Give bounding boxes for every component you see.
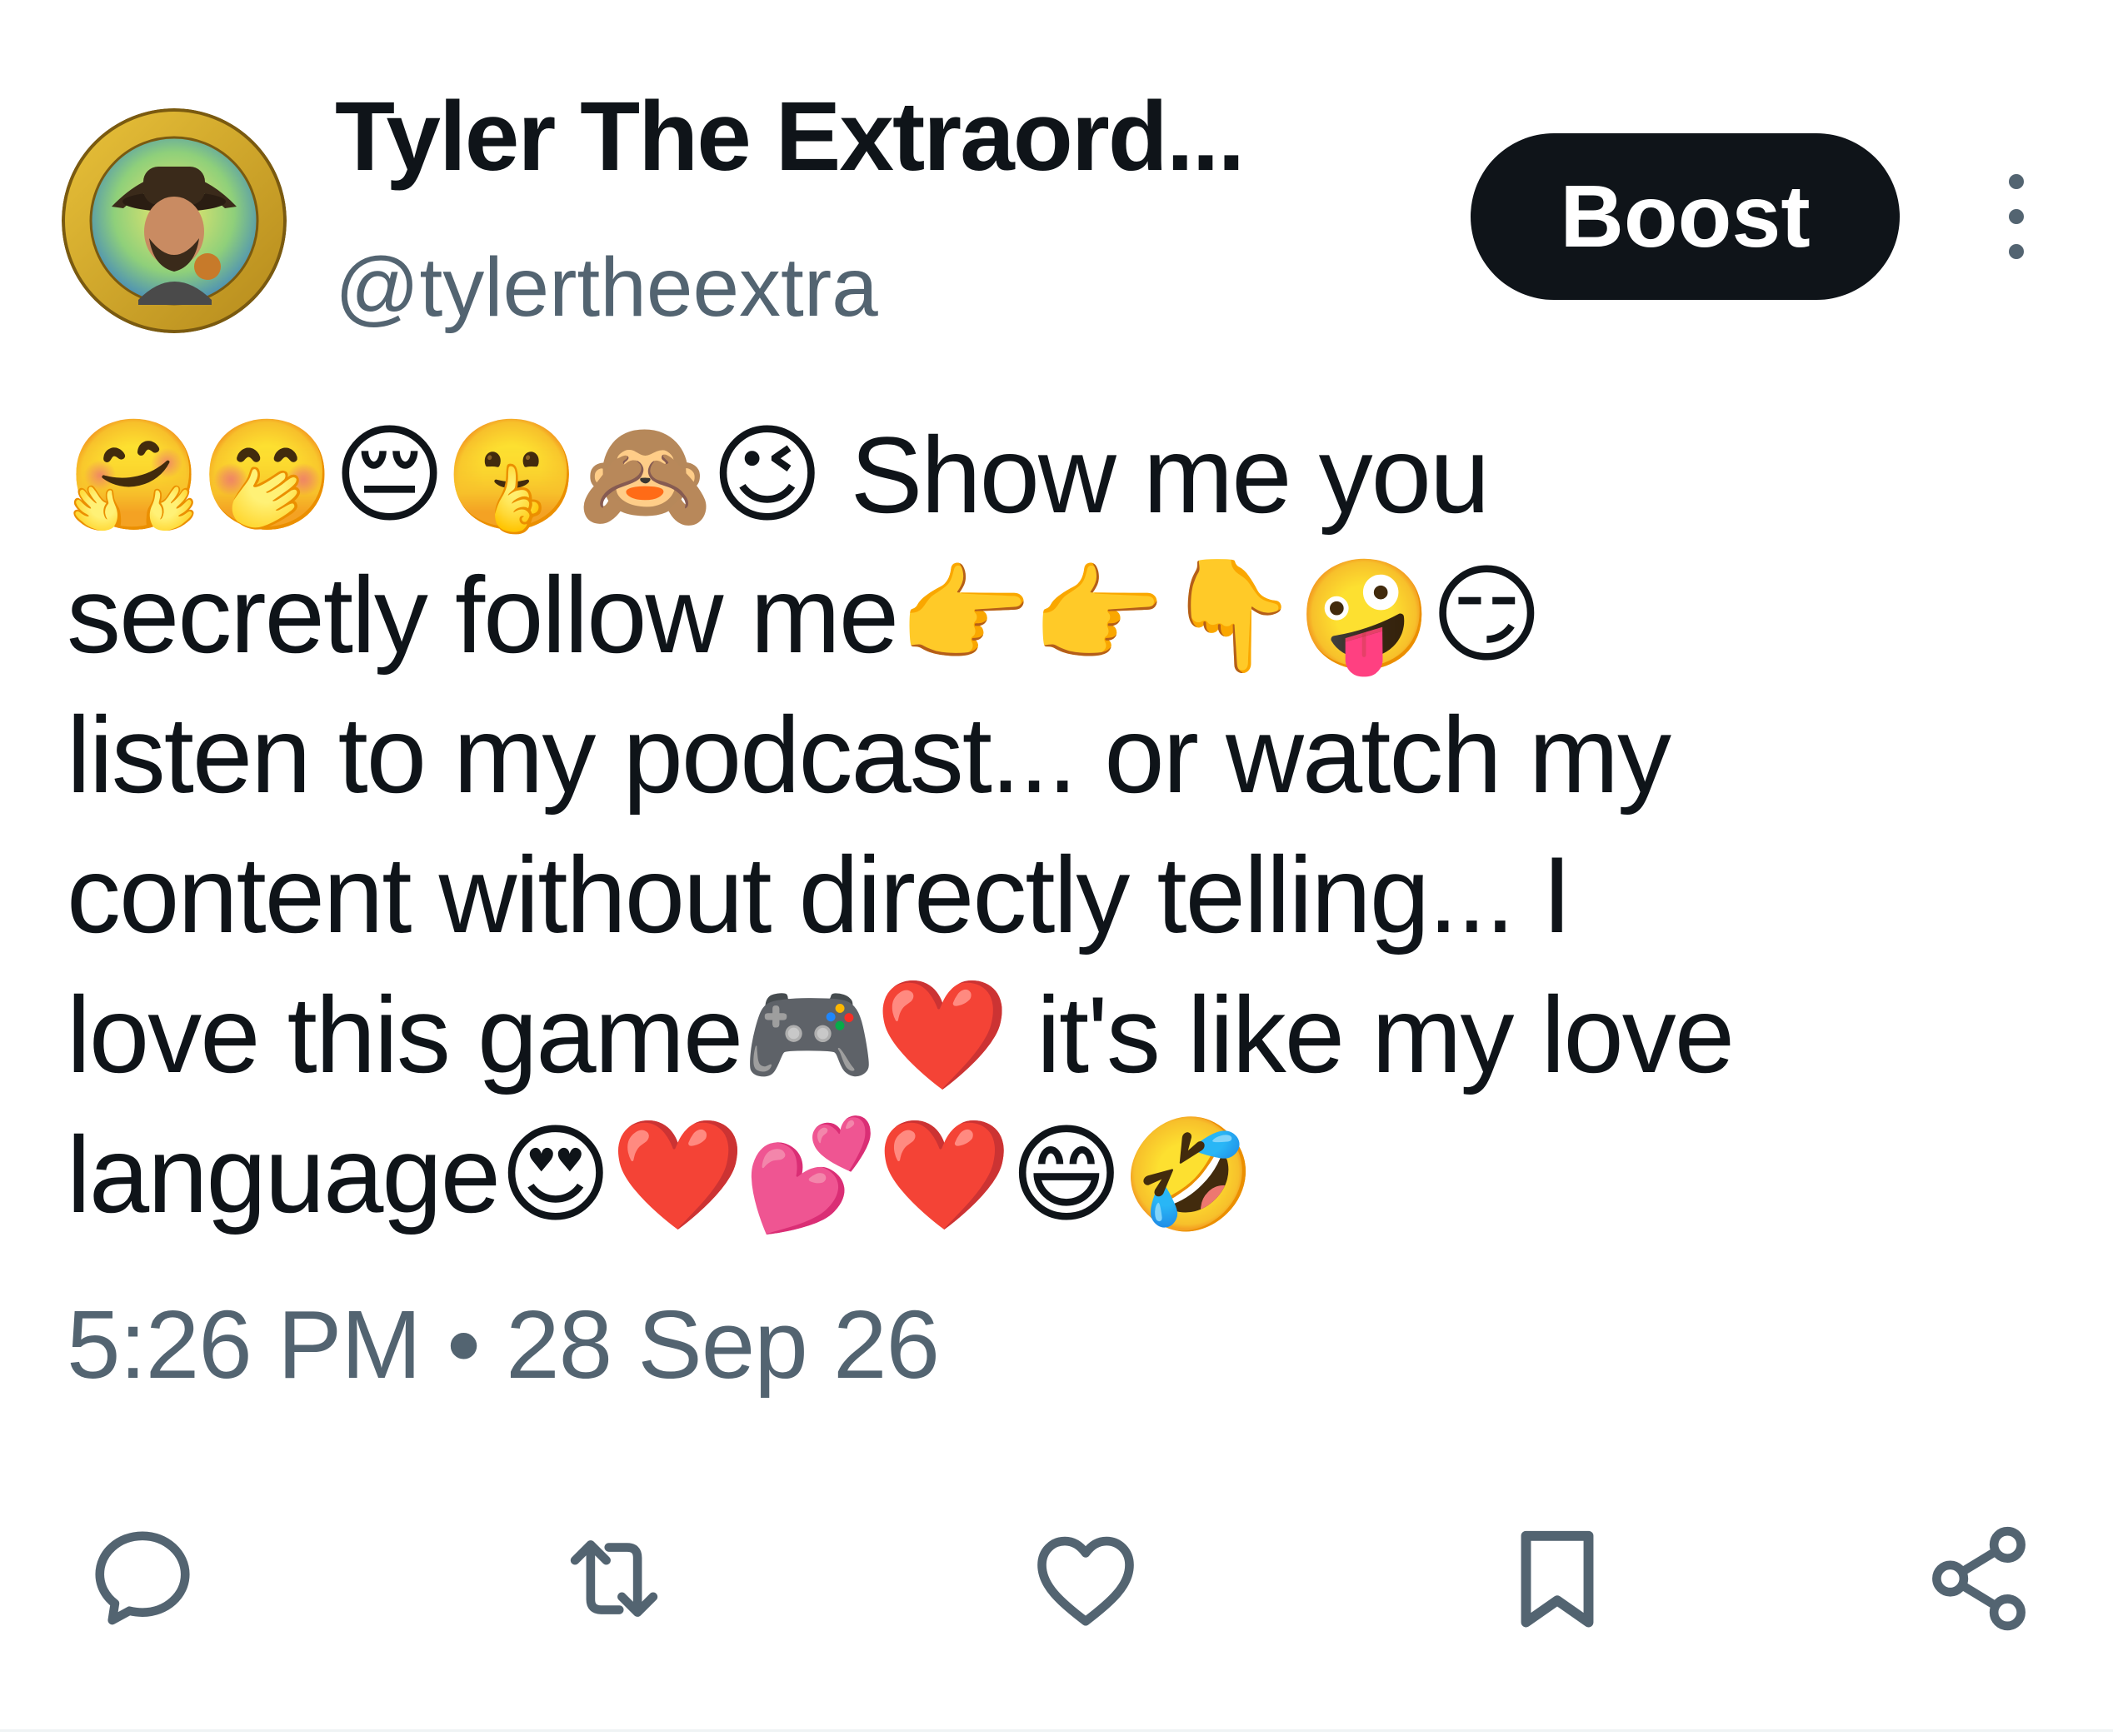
bookmark-icon <box>1521 1530 1594 1628</box>
boost-button[interactable]: Boost <box>1471 133 1900 300</box>
like-button[interactable] <box>1023 1516 1148 1641</box>
avatar[interactable] <box>62 108 287 333</box>
author-handle[interactable]: @tylertheextra <box>335 242 878 333</box>
reply-button[interactable] <box>80 1516 205 1641</box>
like-icon <box>1037 1536 1134 1626</box>
share-icon <box>1932 1526 2026 1631</box>
post-text: 🤗🤭😔🤫🙈😉 Show me you secretly follow me👉👉👇… <box>67 414 1735 1235</box>
more-options-button[interactable] <box>1983 167 2050 267</box>
share-button[interactable] <box>1916 1516 2041 1641</box>
reply-icon <box>95 1531 190 1625</box>
boost-button-label: Boost <box>1560 167 1811 266</box>
repost-button[interactable] <box>552 1516 677 1641</box>
bookmark-button[interactable] <box>1495 1516 1620 1641</box>
post-timestamp[interactable]: 5:26 PM • 28 Sep 26 <box>67 1287 940 1403</box>
author-name[interactable]: Tyler The Extraord... <box>335 82 1245 192</box>
repost-icon <box>570 1540 658 1617</box>
action-bar <box>0 1516 2113 1633</box>
more-vertical-icon <box>2009 174 2024 259</box>
divider <box>0 1729 2113 1732</box>
post: Tyler The Extraord... @tylertheextra Boo… <box>0 0 2113 1736</box>
